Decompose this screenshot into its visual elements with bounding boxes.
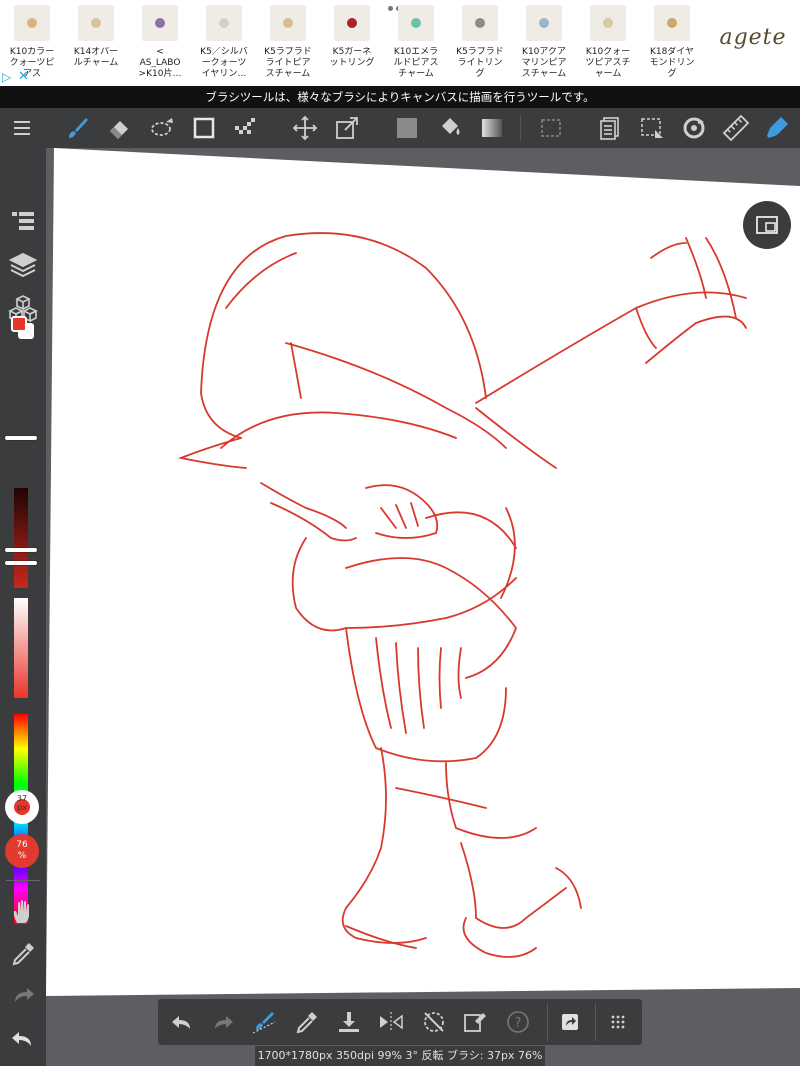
bottom-toolbar: ? — [158, 999, 642, 1045]
ad-item-image — [398, 5, 434, 41]
redo-side-icon[interactable] — [7, 980, 39, 1012]
navigator-button[interactable] — [743, 201, 791, 249]
canvas-workspace[interactable] — [46, 148, 800, 1066]
snap-brush-icon[interactable] — [250, 1008, 278, 1036]
ad-item[interactable]: K5ガーネ ットリング — [320, 0, 384, 86]
selection-area-icon[interactable] — [537, 114, 565, 142]
ad-item[interactable]: K18ダイヤ モンドリン グ — [640, 0, 704, 86]
drawing-canvas[interactable] — [46, 148, 800, 1066]
info-triangle-icon[interactable]: ▷ — [2, 70, 11, 84]
ad-item-label: K10エメラ ルドピアス チャーム — [393, 47, 439, 79]
canvas-status-bar: 1700*1780px 350dpi 99% 3° 反転 ブラシ: 37px 7… — [255, 1046, 545, 1066]
sidebar-divider — [6, 880, 40, 881]
ad-item[interactable]: K10エメラ ルドピアス チャーム — [384, 0, 448, 86]
bucket-tool-icon[interactable] — [436, 114, 464, 142]
select-menu-icon[interactable] — [638, 114, 666, 142]
saturation-slider-handle[interactable] — [5, 548, 37, 552]
menu-icon[interactable] — [8, 114, 36, 142]
ad-item[interactable]: K10クォー ツピアスチ ャーム — [576, 0, 640, 86]
fill-color-icon[interactable] — [393, 114, 421, 142]
ad-item-image — [78, 5, 114, 41]
move-tool-icon[interactable] — [291, 114, 319, 142]
eyedropper-bottom-icon[interactable] — [293, 1008, 321, 1036]
ad-item[interactable]: K10アクア マリンピア スチャーム — [512, 0, 576, 86]
layers-icon[interactable] — [7, 248, 39, 280]
brightness-slider-handle[interactable] — [5, 436, 37, 440]
ad-item-image — [654, 5, 690, 41]
svg-text:?: ? — [515, 1016, 522, 1031]
saturation-slider-handle-2[interactable] — [5, 561, 37, 565]
pen-pressure-icon[interactable] — [763, 114, 791, 142]
eraser-tool-icon[interactable] — [105, 114, 133, 142]
lasso-select-icon[interactable] — [148, 114, 176, 142]
eyedropper-icon[interactable] — [7, 938, 39, 970]
undo-side-icon[interactable] — [7, 1022, 39, 1054]
brush-opacity-value: 76 % — [16, 840, 28, 861]
ruler-icon[interactable] — [722, 114, 750, 142]
brush-size-value: 37 px — [16, 794, 28, 812]
ad-item-image — [334, 5, 370, 41]
primary-color-swatch[interactable] — [11, 316, 27, 332]
ad-item-label: < AS_LABO >K10片… — [138, 47, 182, 79]
saturation-slider[interactable] — [14, 598, 28, 698]
ad-item-image — [14, 5, 50, 41]
separator — [595, 1003, 596, 1041]
ad-item[interactable]: K14オパー ルチャーム — [64, 0, 128, 86]
layer-copy-icon[interactable] — [596, 114, 624, 142]
flip-horizontal-icon[interactable] — [377, 1008, 405, 1036]
save-download-icon[interactable] — [335, 1008, 363, 1036]
ad-item-label: K5ガーネ ットリング — [329, 47, 375, 68]
grid-menu-icon[interactable] — [604, 1008, 632, 1036]
close-x-icon[interactable]: ✕ — [18, 69, 29, 84]
ad-item[interactable]: K5／シルバ ークォーツ イヤリン… — [192, 0, 256, 86]
ad-brand-logo[interactable]: agete — [708, 18, 798, 58]
ad-item-label: K5／シルバ ークォーツ イヤリン… — [200, 47, 248, 79]
ad-item-image — [270, 5, 306, 41]
ad-item-image — [590, 5, 626, 41]
ad-item-image — [462, 5, 498, 41]
ad-item-image — [206, 5, 242, 41]
separator — [520, 116, 521, 140]
rectangle-tool-icon[interactable] — [190, 114, 218, 142]
brush-size-button[interactable]: 37 px — [5, 790, 39, 824]
gradient-tool-icon[interactable] — [478, 114, 506, 142]
ad-item[interactable]: < AS_LABO >K10片… — [128, 0, 192, 86]
hand-tool-icon[interactable] — [7, 896, 39, 928]
rotate-canvas-icon[interactable] — [680, 114, 708, 142]
brightness-slider[interactable] — [14, 488, 28, 588]
brush-list-icon[interactable] — [7, 206, 39, 238]
ad-item-image — [526, 5, 562, 41]
tool-hint: ブラシツールは、様々なブラシによりキャンバスに描画を行うツールです。 — [0, 86, 800, 108]
ad-item-label: K14オパー ルチャーム — [73, 47, 119, 68]
ad-item-label: K5ラブラド ライトピア スチャーム — [264, 47, 312, 79]
navigator-icon — [756, 216, 778, 234]
ad-item-image — [142, 5, 178, 41]
rotation-reset-icon[interactable] — [420, 1008, 448, 1036]
separator — [547, 1003, 548, 1041]
ad-item-label: K18ダイヤ モンドリン グ — [649, 47, 695, 79]
brush-opacity-button[interactable]: 76 % — [5, 834, 39, 868]
redo-icon[interactable] — [209, 1008, 237, 1036]
help-icon[interactable]: ? — [504, 1008, 532, 1036]
ad-item[interactable]: K5ラブラド ライトピア スチャーム — [256, 0, 320, 86]
clear-layer-icon[interactable] — [461, 1008, 489, 1036]
dot-pen-icon[interactable] — [232, 114, 260, 142]
brush-tool-icon[interactable] — [64, 114, 92, 142]
ad-item-label: K5ラブラド ライトリン グ — [456, 47, 504, 79]
share-export-icon[interactable] — [556, 1008, 584, 1036]
ad-item-label: K10アクア マリンピア スチャーム — [521, 47, 567, 79]
undo-icon[interactable] — [168, 1008, 196, 1036]
transform-tool-icon[interactable] — [333, 114, 361, 142]
ad-item[interactable]: K5ラブラド ライトリン グ — [448, 0, 512, 86]
ad-banner[interactable]: K10カラー クォーツピ アス K14オパー ルチャーム < AS_LABO >K1… — [0, 0, 800, 86]
top-toolbar — [0, 108, 800, 148]
ad-item-label: K10クォー ツピアスチ ャーム — [585, 47, 631, 79]
left-sidebar: 37 px 76 % — [0, 148, 46, 1066]
